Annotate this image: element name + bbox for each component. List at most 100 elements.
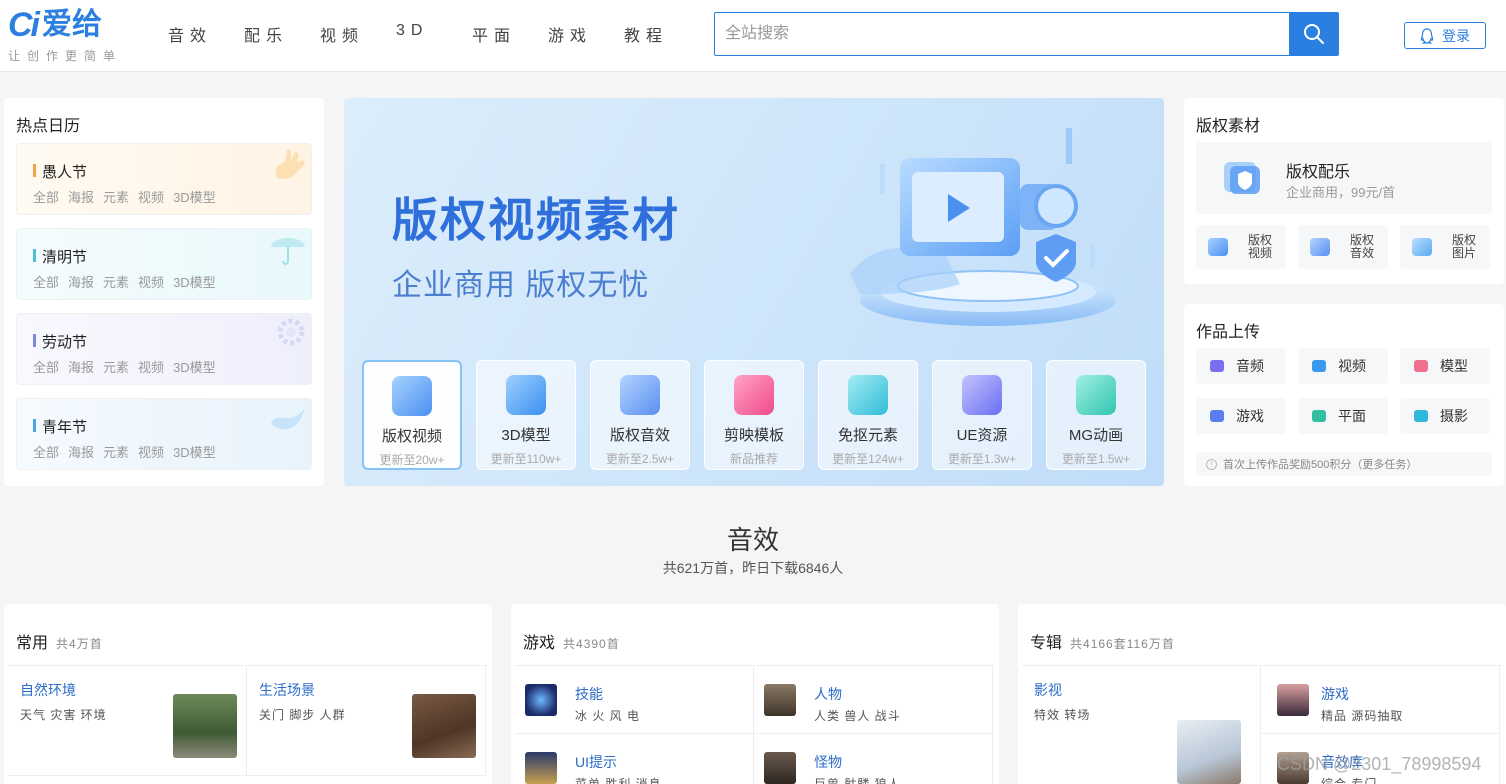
upload-photo-button[interactable]: 摄影 [1400,398,1490,434]
upload-model-button[interactable]: 模型 [1400,348,1490,384]
nav-games[interactable]: 游戏 [548,22,624,46]
resource-card-label: MG动画 [1068,427,1124,444]
nav-tutorials[interactable]: 教程 [624,22,700,46]
upload-item-label: 视频 [1338,358,1366,374]
tag-3d-model[interactable]: 3D模型 [173,357,216,376]
tag-video[interactable]: 视频 [138,272,164,291]
search-button[interactable] [1289,12,1339,56]
tag-all[interactable]: 全部 [33,272,59,291]
category-item-title: 影视 [1034,682,1062,698]
category-item-skills[interactable]: 技能 冰 火 风 电 [515,666,754,734]
resource-card-3d-model[interactable]: 3D模型 更新至110w+ [476,360,576,470]
login-button[interactable]: 登录 [1404,22,1486,49]
resource-card-meta: 更新至2.5w+ [605,452,675,466]
category-item-monsters[interactable]: 怪物 巨兽 骷髅 狼人 [754,734,993,784]
upload-item-label: 游戏 [1236,408,1264,424]
section-title: 音效 [726,525,779,555]
nav-music[interactable]: 配乐 [244,22,320,46]
search-bar [714,12,1339,56]
upload-game-button[interactable]: 游戏 [1196,398,1286,434]
skill-thumbnail [525,684,557,716]
category-item-title: 游戏 [1321,686,1349,702]
site-logo[interactable]: Ci 爱给 让创作更简单 [8,8,128,66]
nav-graphic[interactable]: 平面 [472,22,548,46]
tag-poster[interactable]: 海报 [68,187,94,206]
tag-3d-model[interactable]: 3D模型 [173,272,216,291]
tag-all[interactable]: 全部 [33,357,59,376]
tag-poster[interactable]: 海报 [68,357,94,376]
tag-3d-model[interactable]: 3D模型 [173,442,216,461]
calendar-item-labor-day[interactable]: 劳动节 全部 海报 元素 视频 3D模型 [16,313,312,385]
resource-card-copyright-sfx[interactable]: 版权音效 更新至2.5w+ [590,360,690,470]
category-item-sub: 综合 专门 [1321,777,1378,784]
shield-sound-icon [620,375,660,415]
category-item-game-album[interactable]: 游戏 精品 源码抽取 [1261,666,1500,734]
monster-thumbnail [764,752,796,784]
upload-video-button[interactable]: 视频 [1298,348,1388,384]
chest-thumbnail [525,752,557,784]
resource-card-mg-animation[interactable]: MG动画 更新至1.5w+ [1046,360,1146,470]
nav-video[interactable]: 视频 [320,22,396,46]
hero-banner[interactable]: 版权视频素材 企业商用 版权无忧 版权视频 更新至20w+ 3D模型 更新至11… [344,98,1164,486]
tag-3d-model[interactable]: 3D模型 [173,187,216,206]
category-item-sub: 冰 火 风 电 [575,709,641,723]
main-nav: 音效 配乐 视频 3D 平面 游戏 教程 [168,22,700,46]
resource-card-label: UE资源 [956,427,1008,444]
tag-video[interactable]: 视频 [138,187,164,206]
category-title[interactable]: 专辑 [1030,629,1062,653]
category-title[interactable]: 游戏 [523,629,555,653]
nav-sound-effects[interactable]: 音效 [168,22,244,46]
resource-card-meta: 更新至110w+ [490,452,562,466]
category-title[interactable]: 常用 [16,629,48,653]
category-item-nature[interactable]: 自然环境 天气 灾害 环境 [8,666,247,776]
category-item-film[interactable]: 影视 特效 转场 [1022,666,1261,784]
category-grid: 技能 冰 火 风 电 人物 人类 兽人 战斗 UI提示 菜单 胜利 消息 怪物 … [515,665,995,784]
tag-element[interactable]: 元素 [103,357,129,376]
resource-card-ue-assets[interactable]: UE资源 更新至1.3w+ [932,360,1032,470]
copyright-sfx-label: 版权音效 [1349,233,1374,260]
category-item-sub: 人类 兽人 战斗 [814,709,901,723]
tag-poster[interactable]: 海报 [68,442,94,461]
copyright-video-button[interactable]: 版权视频 [1196,225,1286,269]
sound-icon [1310,238,1330,256]
info-icon: ! [1206,458,1217,470]
upload-graphic-button[interactable]: 平面 [1298,398,1388,434]
calendar-item-april-fools[interactable]: 愚人节 全部 海报 元素 视频 3D模型 [16,143,312,215]
category-count: 共4万首 [56,637,103,651]
footsteps-thumbnail [412,694,476,758]
category-item-characters[interactable]: 人物 人类 兽人 战斗 [754,666,993,734]
upload-tip[interactable]: ! 首次上传作品奖励500积分（更多任务） [1196,452,1492,476]
copyright-materials-panel: 版权素材 版权配乐 企业商用，99元/首 版权视频 版权音效 版权图片 [1184,98,1504,284]
resource-card-png-elements[interactable]: 免抠元素 更新至124w+ [818,360,918,470]
tag-element[interactable]: 元素 [103,442,129,461]
resource-card-meta: 更新至1.5w+ [1061,452,1131,466]
copyright-music-card[interactable]: 版权配乐 企业商用，99元/首 [1196,142,1492,214]
tag-video[interactable]: 视频 [138,357,164,376]
tag-all[interactable]: 全部 [33,187,59,206]
copyright-sfx-button[interactable]: 版权音效 [1298,225,1388,269]
upload-item-label: 音频 [1236,358,1264,374]
resource-card-label: 3D模型 [501,427,551,444]
category-panel-common: 常用 共4万首 自然环境 天气 灾害 环境 生活场景 关门 脚步 人群 [4,604,492,784]
category-item-ui-prompts[interactable]: UI提示 菜单 胜利 消息 [515,734,754,784]
category-item-daily-life[interactable]: 生活场景 关门 脚步 人群 [247,666,486,776]
resource-card-copyright-video[interactable]: 版权视频 更新至20w+ [362,360,462,470]
calendar-item-qingming[interactable]: 清明节 全部 海报 元素 视频 3D模型 [16,228,312,300]
calendar-item-youth-day[interactable]: 青年节 全部 海报 元素 视频 3D模型 [16,398,312,470]
tag-element[interactable]: 元素 [103,272,129,291]
upload-item-label: 摄影 [1440,408,1468,424]
category-item-title: 技能 [575,686,603,702]
tag-video[interactable]: 视频 [138,442,164,461]
tag-all[interactable]: 全部 [33,442,59,461]
search-icon [1304,24,1324,44]
copyright-image-label: 版权图片 [1451,233,1476,260]
calendar-item-name: 劳动节 [42,334,88,351]
tag-poster[interactable]: 海报 [68,272,94,291]
resource-card-capcut-template[interactable]: 剪映模板 新品推荐 [704,360,804,470]
upload-audio-button[interactable]: 音频 [1196,348,1286,384]
category-count: 共4166套116万首 [1070,637,1175,651]
copyright-image-button[interactable]: 版权图片 [1400,225,1490,269]
tag-element[interactable]: 元素 [103,187,129,206]
search-input[interactable] [714,12,1289,56]
nav-3d[interactable]: 3D [396,22,472,46]
